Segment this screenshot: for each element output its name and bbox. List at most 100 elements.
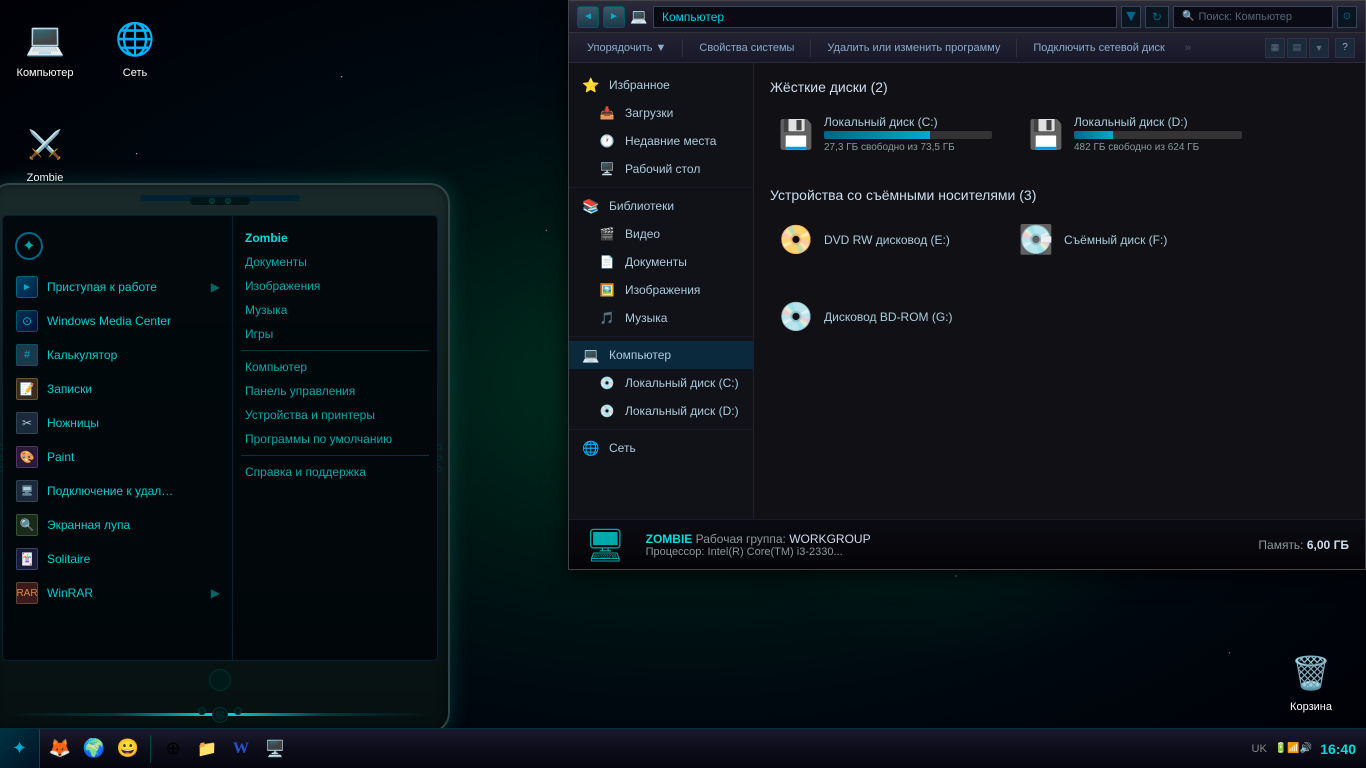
removable-usb[interactable]: 💽 Съёмный диск (F:) [1010, 215, 1230, 264]
menu-item-winrar[interactable]: RAR WinRAR ▶ [3, 576, 232, 610]
view-btn-1[interactable]: ▦ [1265, 38, 1285, 58]
computer-sidebar-label: Компьютер [609, 348, 671, 362]
bd-icon: 💿 [778, 300, 814, 333]
drive-c-item-icon: 💾 [778, 118, 814, 151]
network-icon: 🌐 [111, 15, 159, 63]
sidebar-item-drive-d[interactable]: 💿 Локальный диск (D:) [569, 397, 753, 425]
taskbar-app-firefox[interactable]: 🦊 [44, 733, 76, 765]
drive-c-item[interactable]: 💾 Локальный диск (C:) 27,3 ГБ свободно и… [770, 107, 1000, 167]
start-button[interactable]: ✦ [0, 729, 40, 768]
taskbar-app-2[interactable]: 🌍 [78, 733, 110, 765]
menu-item-getting-started[interactable]: ► Приступая к работе ▶ [3, 270, 232, 304]
view-btn-2[interactable]: ▤ [1287, 38, 1307, 58]
search-go-icon: ⊙ [1343, 11, 1351, 22]
help-button[interactable]: ? [1335, 38, 1355, 58]
removable-bd[interactable]: 💿 Дисковод BD-ROM (G:) [770, 292, 990, 341]
sidebar-item-favorites[interactable]: ⭐ Избранное [569, 71, 753, 99]
menu-item-solitaire[interactable]: 🃏 Solitaire [3, 542, 232, 576]
search-box[interactable]: 🔍 Поиск: Компьютер [1173, 6, 1333, 28]
menu-item-magnifier[interactable]: 🔍 Экранная лупа [3, 508, 232, 542]
uninstall-button[interactable]: Удалить или изменить программу [819, 39, 1008, 57]
getting-started-label: Приступая к работе [47, 280, 157, 294]
desktop-icon-network[interactable]: 🌐 Сеть [95, 15, 175, 79]
address-bar[interactable]: Компьютер [653, 6, 1117, 28]
devices-label: Устройства и принтеры [245, 408, 375, 422]
solitaire-label: Solitaire [47, 552, 90, 566]
taskbar-clock[interactable]: 16:40 [1320, 741, 1356, 757]
menu-right-control-panel[interactable]: Панель управления [233, 379, 437, 403]
desktop: 💻 Компьютер 🌐 Сеть ⚔️ Zombie 🗑️ Корзина [0, 0, 1366, 768]
drive-c-icon: 💿 [597, 373, 617, 393]
calculator-icon: # [15, 343, 39, 367]
desktop-icon-recycle[interactable]: 🗑️ Корзина [1271, 649, 1351, 713]
recycle-label: Корзина [1290, 701, 1332, 713]
menu-right-games[interactable]: Игры [233, 322, 437, 346]
menu-item-notes[interactable]: 📝 Записки [3, 372, 232, 406]
menu-item-rdp[interactable]: 🖥 Подключение к удалённому рабочему... [3, 474, 232, 508]
menu-right-images[interactable]: Изображения [233, 274, 437, 298]
menu-right-zombie[interactable]: Zombie [233, 226, 437, 250]
menu-item-paint[interactable]: 🎨 Paint [3, 440, 232, 474]
forward-button[interactable]: ► [603, 6, 625, 28]
start-menu-left: ✦ ► Приступая к работе ▶ ⊙ Windows Media… [3, 216, 233, 660]
sidebar-item-docs[interactable]: 📄 Документы [569, 248, 753, 276]
sidebar-item-recent[interactable]: 🕐 Недавние места [569, 127, 753, 155]
menu-right-computer[interactable]: Компьютер [233, 355, 437, 379]
address-dropdown[interactable]: ▼ [1121, 6, 1141, 28]
scissors-icon: ✂ [15, 411, 39, 435]
taskbar-app-3[interactable]: 😀 [112, 733, 144, 765]
file-explorer-window: ◄ ► 💻 Компьютер ▼ ↻ 🔍 Поиск: Компьютер ⊙… [568, 0, 1366, 570]
more-button[interactable]: » [1177, 39, 1199, 57]
desktop-icon-computer[interactable]: 💻 Компьютер [5, 15, 85, 79]
taskbar-app-chrome[interactable]: ⊕ [157, 733, 189, 765]
explorer-title-icon: 💻 [629, 7, 649, 27]
view-dropdown[interactable]: ▼ [1309, 38, 1329, 58]
sidebar-item-computer[interactable]: 💻 Компьютер [569, 341, 753, 369]
drive-c-space: 27,3 ГБ свободно из 73,5 ГБ [824, 142, 992, 153]
taskbar-app-explorer[interactable]: 📁 [191, 733, 223, 765]
sidebar-computer-section: 💻 Компьютер 💿 Локальный диск (C:) 💿 Лока… [569, 341, 753, 425]
sidebar-item-libraries[interactable]: 📚 Библиотеки [569, 192, 753, 220]
sidebar-item-downloads[interactable]: 📥 Загрузки [569, 99, 753, 127]
menu-item-wmc[interactable]: ⊙ Windows Media Center [3, 304, 232, 338]
refresh-button[interactable]: ↻ [1145, 6, 1169, 28]
drive-d-item[interactable]: 💾 Локальный диск (D:) 482 ГБ свободно из… [1020, 107, 1250, 167]
menu-item-calculator[interactable]: # Калькулятор [3, 338, 232, 372]
system-props-button[interactable]: Свойства системы [691, 39, 802, 57]
back-button[interactable]: ◄ [577, 6, 599, 28]
window-statusbar: 🖥 ZOMBIE Рабочая группа: WORKGROUP Проце… [569, 519, 1365, 569]
games-right-label: Игры [245, 327, 273, 341]
computer-icon: 💻 [21, 15, 69, 63]
taskbar-app-7[interactable]: 🖥️ [259, 733, 291, 765]
menu-right-documents[interactable]: Документы [233, 250, 437, 274]
menu-right-help[interactable]: Справка и поддержка [233, 460, 437, 484]
menu-right-defaults[interactable]: Программы по умолчанию [233, 427, 437, 451]
frame-camera-left [209, 198, 215, 204]
zombie-user-label: Zombie [245, 231, 288, 245]
search-go-button[interactable]: ⊙ [1337, 6, 1357, 28]
network-label: Сеть [123, 67, 147, 79]
connect-drive-button[interactable]: Подключить сетевой диск [1025, 39, 1172, 57]
menu-right-music[interactable]: Музыка [233, 298, 437, 322]
toolbar-sep-2 [810, 39, 811, 57]
drive-c-sidebar-label: Локальный диск (C:) [625, 376, 739, 390]
sidebar-item-network[interactable]: 🌐 Сеть [569, 434, 753, 462]
sidebar-item-desktop[interactable]: 🖥️ Рабочий стол [569, 155, 753, 183]
sidebar-item-drive-c[interactable]: 💿 Локальный диск (C:) [569, 369, 753, 397]
frame-dot-right [234, 707, 242, 715]
taskbar-app-word[interactable]: W [225, 733, 257, 765]
organize-button[interactable]: Упорядочить ▼ [579, 39, 674, 57]
getting-started-icon: ► [15, 275, 39, 299]
sidebar-item-pictures[interactable]: 🖼️ Изображения [569, 276, 753, 304]
menu-item-scissors[interactable]: ✂ Ножницы [3, 406, 232, 440]
network-sidebar-icon: 🌐 [581, 438, 601, 458]
drive-d-icon: 💿 [597, 401, 617, 421]
desktop-icon-zombie[interactable]: ⚔️ Zombie [5, 120, 85, 184]
removable-dvd[interactable]: 📀 DVD RW дисковод (E:) [770, 215, 990, 264]
sidebar-item-video[interactable]: 🎬 Видео [569, 220, 753, 248]
sidebar-item-music[interactable]: 🎵 Музыка [569, 304, 753, 332]
toolbar-sep-1 [682, 39, 683, 57]
app7-icon: 🖥️ [265, 739, 285, 759]
menu-right-devices[interactable]: Устройства и принтеры [233, 403, 437, 427]
tray-icons: 🔋📶🔊 [1275, 743, 1312, 754]
